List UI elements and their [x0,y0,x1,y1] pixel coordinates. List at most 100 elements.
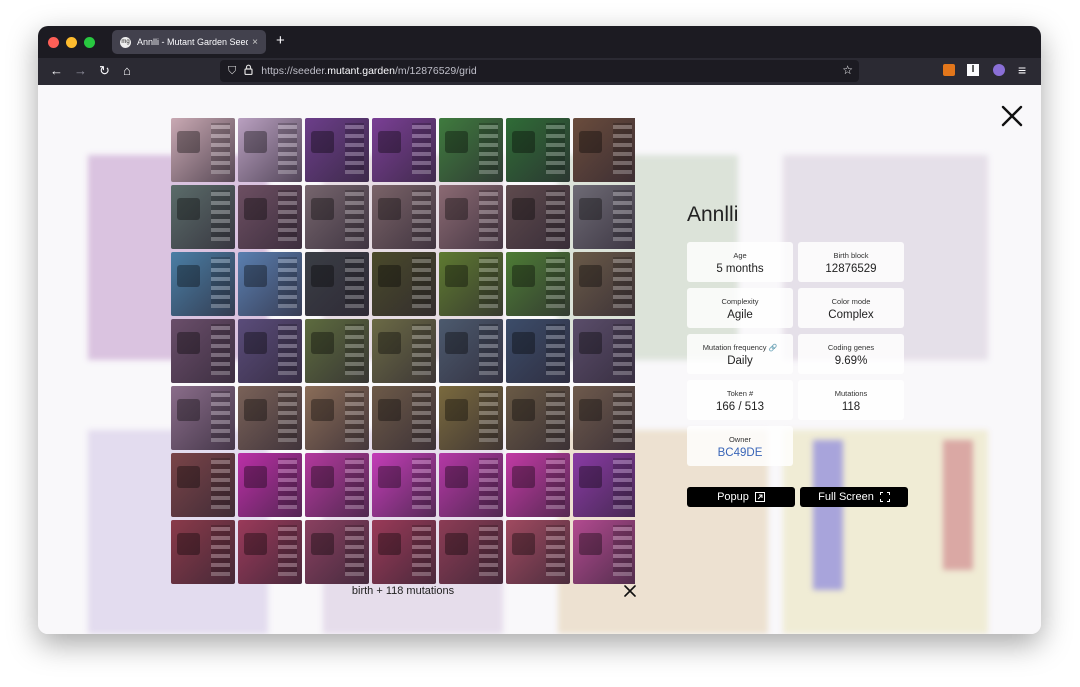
stat-card-coding-genes: Coding genes 9.69% [798,334,904,374]
extension-eye-icon[interactable] [993,64,1005,76]
mutation-thumbnail[interactable] [506,453,570,517]
mutation-thumbnail[interactable] [238,185,302,249]
mutation-thumbnail[interactable] [372,252,436,316]
stat-card-owner: Owner BC49DE [687,426,793,466]
metamask-extension-icon[interactable] [943,64,955,76]
owner-link[interactable]: BC49DE [687,447,793,459]
mutation-thumbnail[interactable] [238,520,302,584]
mutation-thumbnail[interactable] [439,185,503,249]
mutation-thumbnail[interactable] [171,453,235,517]
mutation-thumbnail[interactable] [573,319,635,383]
mutation-thumbnail[interactable] [506,118,570,182]
mutation-thumbnail[interactable] [238,386,302,450]
mutation-thumbnail[interactable] [238,319,302,383]
bookmark-star-icon[interactable]: ☆ [842,63,853,77]
tab-bar: mg Annlli - Mutant Garden Seeder × + [38,26,1041,58]
mutation-thumbnail[interactable] [171,118,235,182]
mutation-grid[interactable] [171,118,635,585]
stat-card-mutation-frequency: Mutation frequency 🔗 Daily [687,334,793,374]
popup-label: Popup [717,491,749,503]
stat-value: 118 [841,401,861,413]
browser-window: mg Annlli - Mutant Garden Seeder × + ← →… [38,26,1041,634]
mutation-thumbnail[interactable] [506,386,570,450]
url-prefix: https://seeder. [261,65,328,77]
mutation-thumbnail[interactable] [171,185,235,249]
mutation-thumbnail[interactable] [372,185,436,249]
stat-label: Color mode [831,297,871,306]
tab-active[interactable]: mg Annlli - Mutant Garden Seeder × [112,30,266,54]
mutation-thumbnail[interactable] [573,453,635,517]
mutation-thumbnail[interactable] [372,453,436,517]
close-modal-icon[interactable] [1001,105,1023,127]
mutation-thumbnail[interactable] [171,319,235,383]
minimize-window-button[interactable] [66,37,77,48]
page-content: birth + 118 mutations Annlli Age 5 month… [38,85,1041,634]
stat-card-complexity: Complexity Agile [687,288,793,328]
mutation-thumbnail[interactable] [305,319,369,383]
stat-card-color-mode: Color mode Complex [798,288,904,328]
mutation-thumbnail[interactable] [573,520,635,584]
stat-label: Birth block [833,251,869,260]
lock-icon[interactable] [244,64,253,78]
mutation-thumbnail[interactable] [439,319,503,383]
nav-bar: ← → ↻ ⌂ ⛉ https://seeder.mutant.garden/m… [38,58,1041,85]
mutation-thumbnail[interactable] [439,520,503,584]
mutation-thumbnail[interactable] [238,453,302,517]
mutation-thumbnail[interactable] [171,520,235,584]
stat-value: 12876529 [825,263,877,275]
back-icon[interactable]: ← [50,63,63,78]
home-icon[interactable]: ⌂ [123,63,131,78]
fullscreen-button[interactable]: Full Screen [800,487,908,507]
link-icon[interactable]: 🔗 [769,345,778,352]
instapaper-extension-icon[interactable]: I [967,64,979,76]
mutation-thumbnail[interactable] [372,386,436,450]
mutation-thumbnail[interactable] [305,453,369,517]
mutation-thumbnail[interactable] [439,252,503,316]
expand-icon [754,492,765,502]
mutation-thumbnail[interactable] [506,520,570,584]
mutation-thumbnail[interactable] [372,520,436,584]
stat-value: Complex [828,309,874,321]
menu-icon[interactable]: ≡ [1018,62,1026,78]
stat-card-token: Token # 166 / 513 [687,380,793,420]
shield-icon[interactable]: ⛉ [228,65,236,78]
stat-value: Daily [727,355,753,367]
stat-value: 9.69% [834,355,868,367]
mutation-thumbnail[interactable] [372,118,436,182]
mutation-thumbnail[interactable] [305,252,369,316]
mutation-thumbnail[interactable] [439,118,503,182]
url-path: /m/12876529/grid [394,65,477,77]
url-bar[interactable]: ⛉ https://seeder.mutant.garden/m/1287652… [220,60,859,82]
mutation-thumbnail[interactable] [305,185,369,249]
popup-button[interactable]: Popup [687,487,795,507]
stat-value: 166 / 513 [716,401,764,413]
mutation-thumbnail[interactable] [439,453,503,517]
reload-icon[interactable]: ↻ [99,63,110,79]
zoom-window-button[interactable] [84,37,95,48]
mutation-thumbnail[interactable] [573,252,635,316]
mutation-thumbnail[interactable] [439,386,503,450]
mutation-thumbnail[interactable] [573,118,635,182]
fullscreen-icon [879,492,890,502]
tab-close-icon[interactable]: × [248,37,262,48]
fullscreen-label: Full Screen [818,491,874,503]
mutation-thumbnail[interactable] [372,319,436,383]
grid-caption: birth + 118 mutations [351,585,455,597]
mutation-thumbnail[interactable] [238,252,302,316]
mutation-thumbnail[interactable] [171,252,235,316]
mutation-thumbnail[interactable] [305,520,369,584]
mutation-thumbnail[interactable] [305,118,369,182]
mutation-thumbnail[interactable] [573,185,635,249]
close-window-button[interactable] [48,37,59,48]
mutation-thumbnail[interactable] [238,118,302,182]
mutation-thumbnail[interactable] [171,386,235,450]
stat-label: Complexity [721,297,759,306]
mutation-thumbnail[interactable] [305,386,369,450]
forward-icon[interactable]: → [74,63,87,78]
new-tab-icon[interactable]: + [276,32,285,49]
mutation-thumbnail[interactable] [506,252,570,316]
mutation-thumbnail[interactable] [506,319,570,383]
close-grid-icon[interactable] [624,585,636,597]
mutation-thumbnail[interactable] [573,386,635,450]
mutation-thumbnail[interactable] [506,185,570,249]
